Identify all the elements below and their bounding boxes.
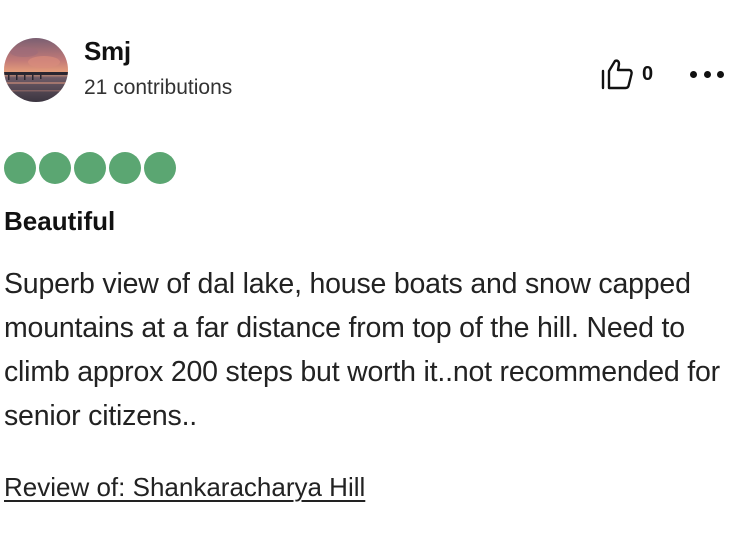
avatar[interactable] xyxy=(4,38,68,102)
avatar-sunset-pier xyxy=(4,38,68,102)
rating-bubble-filled xyxy=(144,152,176,184)
rating-bubbles xyxy=(4,152,176,184)
review-title: Beautiful xyxy=(4,206,116,236)
like-button[interactable]: 0 xyxy=(600,56,653,92)
like-count: 0 xyxy=(642,62,654,85)
contributions-count: 21 contributions xyxy=(84,76,233,99)
more-options-button[interactable] xyxy=(690,62,724,86)
reviewer-name[interactable]: Smj xyxy=(84,36,131,67)
rating-bubble-filled xyxy=(109,152,141,184)
more-options-icon xyxy=(690,70,697,78)
rating-bubble-filled xyxy=(4,152,36,184)
review-body: Superb view of dal lake, house boats and… xyxy=(4,268,720,432)
thumbs-up-icon xyxy=(601,59,633,90)
more-options-icon-dot xyxy=(717,70,724,78)
rating-bubble-filled xyxy=(74,152,106,184)
review-header: Smj 21 contributions 0 xyxy=(4,36,724,104)
more-options-icon-dot xyxy=(703,70,711,78)
rating-bubble-filled xyxy=(39,152,71,184)
review-of-link[interactable]: Review of: Shankaracharya Hill xyxy=(4,472,365,503)
